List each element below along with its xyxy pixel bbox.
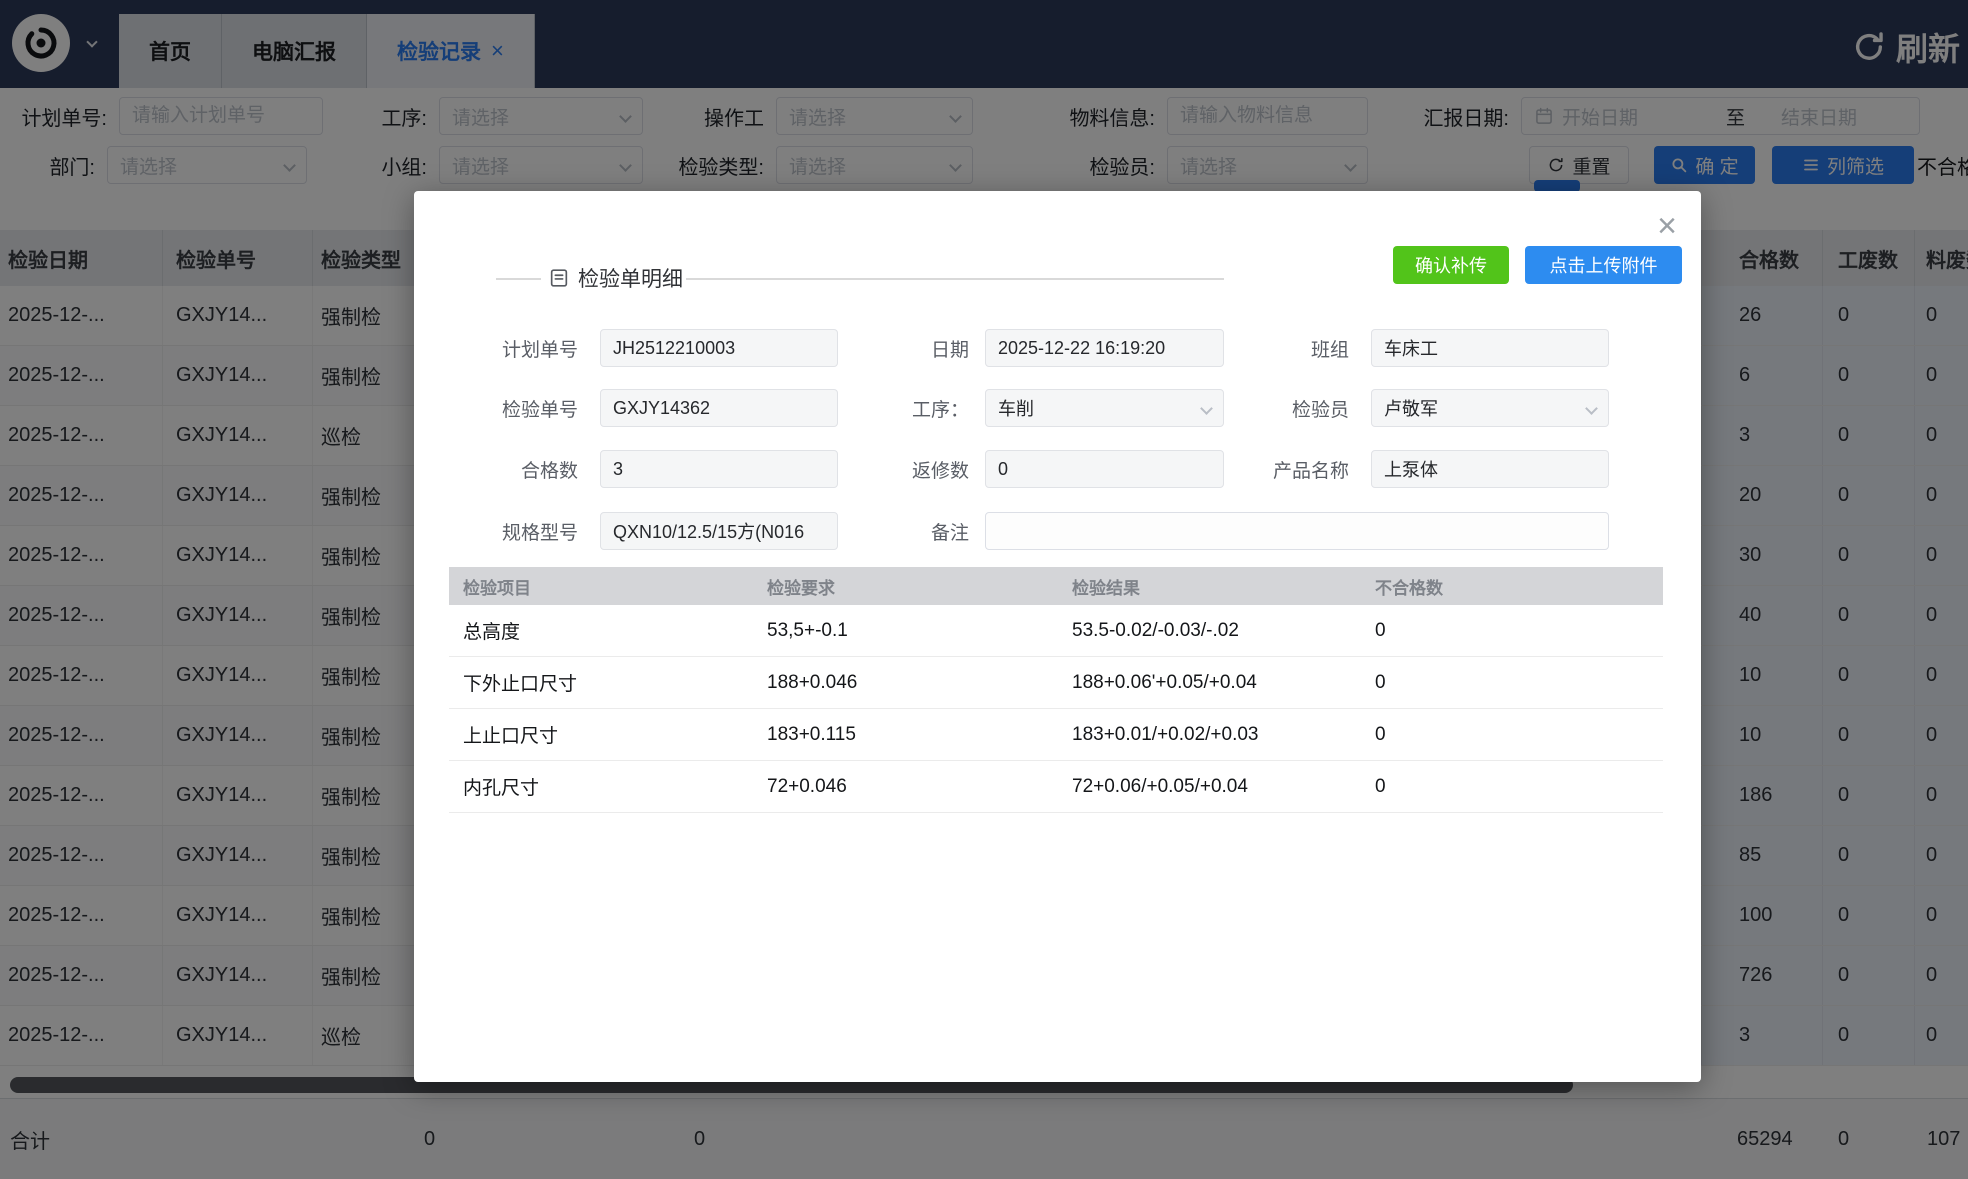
remark-label: 备注 <box>854 512 969 550</box>
product-name-label: 产品名称 <box>1204 450 1349 488</box>
cell-requirement: 53,5+-0.1 <box>753 620 1058 642</box>
detail-header-item: 检验项目 <box>449 574 753 599</box>
cell-item: 内孔尺寸 <box>449 773 753 800</box>
order-no-field[interactable]: GXJY14362 <box>600 389 838 427</box>
modal-close-icon[interactable]: × <box>1657 209 1677 243</box>
detail-table-row: 下外止口尺寸188+0.046188+0.06'+0.05/+0.040 <box>449 657 1663 709</box>
cell-requirement: 183+0.115 <box>753 724 1058 746</box>
inspection-detail-modal: × 检验单明细 确认补传 点击上传附件 计划单号 JH2512210003 日期… <box>414 191 1701 1082</box>
detail-header-unqualified: 不合格数 <box>1361 574 1663 599</box>
cell-item: 下外止口尺寸 <box>449 669 753 696</box>
cell-requirement: 188+0.046 <box>753 672 1058 694</box>
cell-unqualified-count: 0 <box>1361 672 1663 694</box>
cell-result: 53.5-0.02/-0.03/-.02 <box>1058 620 1361 642</box>
rework-label: 返修数 <box>854 450 969 488</box>
upload-attachment-button[interactable]: 点击上传附件 <box>1525 246 1682 284</box>
product-name-field[interactable]: 上泵体 <box>1371 450 1609 488</box>
spec-model-label: 规格型号 <box>474 512 578 550</box>
team-field[interactable]: 车床工 <box>1371 329 1609 367</box>
order-no-label: 检验单号 <box>474 389 578 427</box>
process-value: 车削 <box>998 395 1034 421</box>
rework-field[interactable]: 0 <box>985 450 1224 488</box>
detail-table-header: 检验项目 检验要求 检验结果 不合格数 <box>449 567 1663 605</box>
detail-header-requirement: 检验要求 <box>753 574 1058 599</box>
spec-model-field[interactable]: QXN10/12.5/15方(N016 <box>600 512 838 550</box>
chevron-down-icon <box>1585 402 1598 415</box>
cell-unqualified-count: 0 <box>1361 620 1663 642</box>
modal-title: 检验单明细 <box>578 263 683 293</box>
cell-result: 72+0.06/+0.05/+0.04 <box>1058 776 1361 798</box>
cell-unqualified-count: 0 <box>1361 724 1663 746</box>
detail-table-row: 上止口尺寸183+0.115183+0.01/+0.02/+0.030 <box>449 709 1663 761</box>
cell-requirement: 72+0.046 <box>753 776 1058 798</box>
title-divider-left <box>496 278 541 280</box>
inspector-select-field[interactable]: 卢敬军 <box>1371 389 1609 427</box>
detail-table-body: 总高度53,5+-0.153.5-0.02/-0.03/-.020下外止口尺寸1… <box>449 605 1663 813</box>
inspector-value: 卢敬军 <box>1384 395 1438 421</box>
inspector-label: 检验员 <box>1204 389 1349 427</box>
qualified-label: 合格数 <box>474 450 578 488</box>
plan-no-field[interactable]: JH2512210003 <box>600 329 838 367</box>
detail-form-icon <box>548 267 570 294</box>
plan-no-label: 计划单号 <box>474 329 578 367</box>
detail-header-result: 检验结果 <box>1058 574 1361 599</box>
detail-table-row: 总高度53,5+-0.153.5-0.02/-0.03/-.020 <box>449 605 1663 657</box>
detail-table: 检验项目 检验要求 检验结果 不合格数 总高度53,5+-0.153.5-0.0… <box>449 567 1663 813</box>
qualified-field[interactable]: 3 <box>600 450 838 488</box>
remark-field[interactable] <box>985 512 1609 550</box>
date-field[interactable]: 2025-12-22 16:19:20 <box>985 329 1224 367</box>
cell-item: 总高度 <box>449 617 753 644</box>
detail-table-row: 内孔尺寸72+0.04672+0.06/+0.05/+0.040 <box>449 761 1663 813</box>
process-label: 工序： <box>854 389 969 427</box>
app-root: 首页 电脑汇报 检验记录 × 刷新 计划单号: 工序: 请选择 <box>0 0 1968 1179</box>
confirm-reupload-button[interactable]: 确认补传 <box>1393 246 1509 284</box>
date-label: 日期 <box>854 329 969 367</box>
cell-result: 183+0.01/+0.02/+0.03 <box>1058 724 1361 746</box>
cell-result: 188+0.06'+0.05/+0.04 <box>1058 672 1361 694</box>
process-select-field[interactable]: 车削 <box>985 389 1224 427</box>
title-divider-right <box>686 278 1224 280</box>
team-label: 班组 <box>1204 329 1349 367</box>
cell-unqualified-count: 0 <box>1361 776 1663 798</box>
cell-item: 上止口尺寸 <box>449 721 753 748</box>
